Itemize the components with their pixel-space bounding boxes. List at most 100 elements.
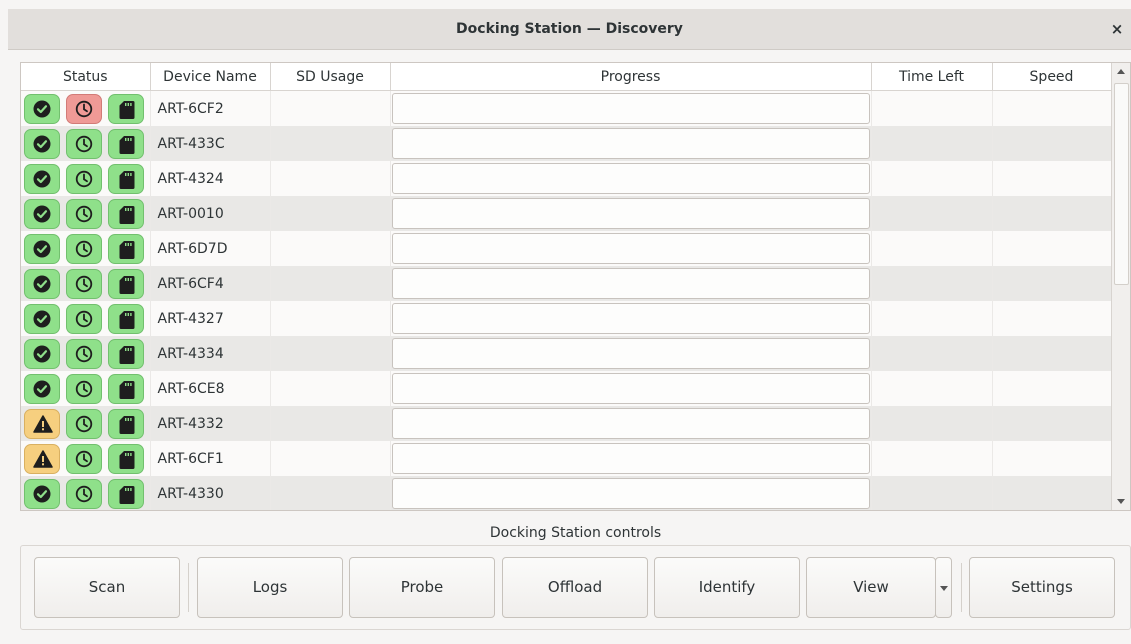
time-left-cell xyxy=(871,196,993,231)
progress-cell xyxy=(390,336,872,371)
status-cell xyxy=(21,301,151,336)
status-cell xyxy=(21,336,151,371)
progress-bar xyxy=(391,268,870,299)
time-left-cell xyxy=(871,476,993,510)
table-row[interactable]: ART-4324 xyxy=(21,161,1112,196)
scan-button[interactable]: Scan xyxy=(34,557,180,618)
clock-icon xyxy=(66,198,102,229)
sd-usage-cell xyxy=(270,90,391,126)
time-left-cell xyxy=(871,301,993,336)
progress-cell xyxy=(390,371,872,406)
sd-card-icon xyxy=(108,408,144,439)
clock-icon xyxy=(66,128,102,159)
vertical-scrollbar[interactable] xyxy=(1111,63,1130,510)
table-row[interactable]: ART-4334 xyxy=(21,336,1112,371)
progress-cell xyxy=(390,406,872,441)
sd-usage-cell xyxy=(270,406,391,441)
sd-card-icon xyxy=(108,198,144,229)
column-header-status[interactable]: Status xyxy=(21,63,151,91)
time-left-cell xyxy=(871,126,993,161)
view-button[interactable]: View xyxy=(806,557,936,618)
sd-usage-cell xyxy=(270,196,391,231)
checkmark-icon xyxy=(24,93,60,124)
speed-cell xyxy=(992,301,1112,336)
column-header-time-left[interactable]: Time Left xyxy=(871,63,993,91)
table-row[interactable]: ART-6CE8 xyxy=(21,371,1112,406)
separator xyxy=(188,563,189,612)
device-name-cell: ART-4334 xyxy=(150,336,271,371)
speed-cell xyxy=(992,336,1112,371)
sd-card-icon xyxy=(108,128,144,159)
time-left-cell xyxy=(871,441,993,476)
column-header-sd-usage[interactable]: SD Usage xyxy=(270,63,391,91)
status-cell xyxy=(21,126,151,161)
progress-cell xyxy=(390,441,872,476)
clock-icon xyxy=(66,338,102,369)
view-dropdown-button[interactable] xyxy=(935,557,952,618)
speed-cell xyxy=(992,161,1112,196)
device-name-cell: ART-6CF1 xyxy=(150,441,271,476)
progress-bar xyxy=(391,128,870,159)
column-header-speed[interactable]: Speed xyxy=(992,63,1112,91)
window-title: Docking Station — Discovery xyxy=(456,21,683,37)
sd-usage-cell xyxy=(270,231,391,266)
logs-button[interactable]: Logs xyxy=(197,557,343,618)
table-row[interactable]: ART-4332 xyxy=(21,406,1112,441)
checkmark-icon xyxy=(24,163,60,194)
time-left-cell xyxy=(871,266,993,301)
progress-bar xyxy=(391,408,870,439)
device-name-cell: ART-4330 xyxy=(150,476,271,510)
device-name-cell: ART-4324 xyxy=(150,161,271,196)
status-cell xyxy=(21,90,151,126)
table-row[interactable]: ART-4330 xyxy=(21,476,1112,510)
checkmark-icon xyxy=(24,128,60,159)
progress-cell xyxy=(390,196,872,231)
progress-cell xyxy=(390,90,872,126)
sd-usage-cell xyxy=(270,336,391,371)
sd-card-icon xyxy=(108,93,144,124)
progress-bar xyxy=(391,163,870,194)
status-cell xyxy=(21,196,151,231)
progress-bar xyxy=(391,233,870,264)
table-row[interactable]: ART-6CF1 xyxy=(21,441,1112,476)
clock-icon xyxy=(66,233,102,264)
time-left-cell xyxy=(871,371,993,406)
identify-button[interactable]: Identify xyxy=(654,557,800,618)
warning-icon xyxy=(24,408,60,439)
clock-icon xyxy=(66,268,102,299)
probe-button[interactable]: Probe xyxy=(349,557,495,618)
clock-icon xyxy=(66,93,102,124)
table-row[interactable]: ART-433C xyxy=(21,126,1112,161)
progress-bar xyxy=(391,93,870,124)
offload-button[interactable]: Offload xyxy=(502,557,648,618)
checkmark-icon xyxy=(24,338,60,369)
speed-cell xyxy=(992,406,1112,441)
table-row[interactable]: ART-6CF4 xyxy=(21,266,1112,301)
scroll-down-arrow-icon[interactable] xyxy=(1117,499,1125,504)
sd-usage-cell xyxy=(270,476,391,510)
speed-cell xyxy=(992,266,1112,301)
speed-cell xyxy=(992,231,1112,266)
table-row[interactable]: ART-6D7D xyxy=(21,231,1112,266)
column-header-device-name[interactable]: Device Name xyxy=(150,63,271,91)
sd-usage-cell xyxy=(270,301,391,336)
column-header-progress[interactable]: Progress xyxy=(390,63,872,91)
sd-card-icon xyxy=(108,373,144,404)
device-table: Status Device Name SD Usage Progress Tim… xyxy=(20,62,1131,511)
clock-icon xyxy=(66,478,102,509)
scrollbar-thumb[interactable] xyxy=(1114,83,1129,285)
warning-icon xyxy=(24,443,60,474)
sd-usage-cell xyxy=(270,371,391,406)
settings-button[interactable]: Settings xyxy=(969,557,1115,618)
table-row[interactable]: ART-6CF2 xyxy=(21,90,1112,126)
progress-bar xyxy=(391,443,870,474)
sd-card-icon xyxy=(108,268,144,299)
table-row[interactable]: ART-0010 xyxy=(21,196,1112,231)
progress-bar xyxy=(391,373,870,404)
checkmark-icon xyxy=(24,303,60,334)
close-button[interactable]: × xyxy=(1109,21,1125,37)
time-left-cell xyxy=(871,336,993,371)
scroll-up-arrow-icon[interactable] xyxy=(1117,69,1125,74)
table-row[interactable]: ART-4327 xyxy=(21,301,1112,336)
status-cell xyxy=(21,406,151,441)
